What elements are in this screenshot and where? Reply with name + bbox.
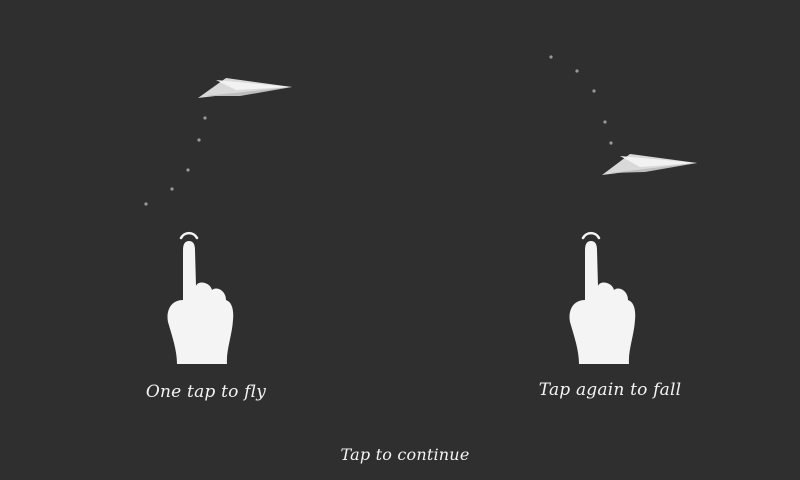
tap-again-to-fall-caption: Tap again to fall (538, 380, 682, 400)
tap-ring-icon (581, 231, 601, 240)
falling-trail-dots (549, 55, 613, 145)
paper-plane-icon (602, 154, 697, 175)
tapping-hand-icon (569, 241, 636, 364)
tutorial-screen[interactable]: One tap to fly Tap again to fall Tap to … (0, 0, 800, 480)
tutorial-illustration (144, 55, 697, 364)
one-tap-to-fly-caption: One tap to fly (145, 382, 267, 402)
rising-trail-dots (144, 116, 207, 206)
tapping-hand-icon (167, 241, 234, 364)
tap-ring-icon (179, 231, 199, 240)
paper-plane-icon (198, 78, 292, 98)
tap-to-continue-button[interactable]: Tap to continue (341, 445, 470, 464)
